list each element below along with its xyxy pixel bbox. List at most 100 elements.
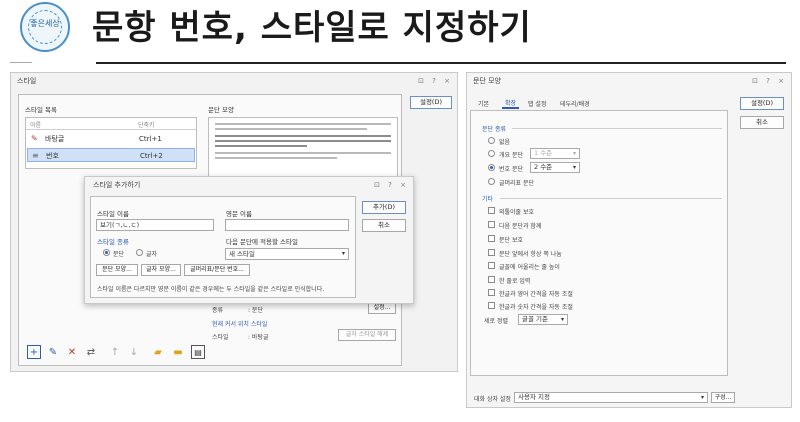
column-name[interactable]: 이름 bbox=[30, 120, 41, 129]
tab-border[interactable]: 테두리/배경 bbox=[560, 99, 590, 108]
chevron-down-icon: ▾ bbox=[700, 394, 704, 401]
edit-style-icon[interactable]: ✎ bbox=[46, 345, 60, 359]
type-bullet-radio[interactable] bbox=[488, 178, 495, 185]
para-cancel-button[interactable]: 취소 bbox=[740, 116, 784, 129]
etc-section-rule bbox=[500, 198, 722, 199]
option-checkbox[interactable] bbox=[488, 276, 495, 283]
type-number-radio[interactable] bbox=[488, 164, 495, 171]
replace-style-icon[interactable]: ⇄ bbox=[84, 345, 98, 359]
logo: 좋은세상 bbox=[20, 2, 70, 52]
style-window-controls[interactable]: ⊡ ? × bbox=[418, 73, 453, 89]
option-label: 외톨이줄 보호 bbox=[499, 209, 535, 216]
table-row[interactable]: ✎ 바탕글 Ctrl+1 bbox=[27, 132, 195, 146]
option-checkbox[interactable] bbox=[488, 249, 495, 256]
vertical-align-select[interactable]: 글꼴 기준 ▾ bbox=[518, 314, 568, 325]
kind-char-radio[interactable] bbox=[136, 249, 143, 256]
paragraph-shape-button[interactable]: 문단 모양... bbox=[96, 264, 138, 276]
option-label: 한글과 숫자 간격을 자동 조절 bbox=[499, 304, 573, 311]
save-icon[interactable]: ▤ bbox=[191, 345, 205, 359]
next-style-select[interactable]: 새 스타일 ▾ bbox=[225, 248, 349, 260]
outline-level-select[interactable]: 1 수준 ▾ bbox=[530, 148, 580, 159]
next-style-value: 새 스타일 bbox=[229, 250, 255, 258]
preview-label: 문단 모양 bbox=[208, 106, 234, 114]
column-shortcut[interactable]: 단축키 bbox=[138, 120, 155, 129]
etc-section-title: 기타 bbox=[482, 196, 494, 203]
option-checkbox[interactable] bbox=[488, 221, 495, 228]
add-style-dialog-controls[interactable]: ⊡ ? × bbox=[374, 177, 409, 193]
type-none-radio[interactable] bbox=[488, 137, 495, 144]
kind-paragraph-radio[interactable] bbox=[103, 249, 110, 256]
para-set-button[interactable]: 설정(D) bbox=[740, 97, 784, 110]
header-rule-left bbox=[10, 62, 32, 63]
option-label: 한 줄로 입력 bbox=[499, 278, 531, 285]
bullets-button[interactable]: 글머리표/문단 번호... bbox=[184, 264, 250, 276]
shape-value: : 문단 bbox=[248, 307, 263, 314]
dialog-setting-value: 사용자 지정 bbox=[518, 393, 550, 401]
type-none-label: 없음 bbox=[499, 139, 511, 146]
preview-line bbox=[215, 123, 391, 125]
vertical-align-label: 세로 정렬 bbox=[484, 318, 508, 325]
option-checkbox[interactable] bbox=[488, 302, 495, 309]
add-style-form bbox=[90, 196, 356, 298]
dialog-setting-select[interactable]: 사용자 지정 ▾ bbox=[514, 392, 708, 403]
type-number-label: 번호 문단 bbox=[499, 166, 523, 173]
current-style-value: : 바탕글 bbox=[248, 334, 269, 341]
english-name-label: 영문 이름 bbox=[226, 210, 252, 218]
type-outline-label: 개요 문단 bbox=[499, 152, 523, 159]
option-checkbox[interactable] bbox=[488, 207, 495, 214]
option-label: 문단 보호 bbox=[499, 237, 523, 244]
option-checkbox[interactable] bbox=[488, 289, 495, 296]
option-checkbox[interactable] bbox=[488, 235, 495, 242]
style-icon: ✎ bbox=[31, 134, 38, 143]
current-style-label: 현재 커서 위치 스타일 bbox=[212, 321, 268, 328]
tab-basic[interactable]: 기본 bbox=[478, 99, 489, 108]
list-header-line bbox=[26, 129, 196, 130]
paragraph-window-controls[interactable]: ⊡ ? × bbox=[752, 73, 787, 89]
preview-line bbox=[215, 145, 307, 147]
chevron-down-icon: ▾ bbox=[341, 250, 345, 257]
delete-style-icon[interactable]: ✕ bbox=[65, 345, 79, 359]
page-title: 문항 번호, 스타일로 지정하기 bbox=[92, 8, 532, 48]
shape-label: 종류 bbox=[212, 307, 224, 314]
option-checkbox[interactable] bbox=[488, 262, 495, 269]
style-list-label: 스타일 목록 bbox=[25, 106, 57, 114]
option-label: 문단 앞에서 항상 쪽 나눔 bbox=[499, 251, 562, 258]
cancel-button[interactable]: 취소 bbox=[362, 219, 406, 232]
add-button[interactable]: 추가(D) bbox=[362, 201, 406, 214]
move-up-icon[interactable]: ↑ bbox=[108, 345, 122, 359]
preview-line bbox=[215, 157, 337, 159]
header-rule bbox=[96, 62, 786, 64]
next-style-label: 다음 문단에 적용할 스타일 bbox=[226, 238, 298, 246]
type-section-rule bbox=[512, 128, 722, 129]
style-icon: ≡ bbox=[32, 151, 39, 160]
type-outline-radio[interactable] bbox=[488, 150, 495, 157]
move-down-icon[interactable]: ↓ bbox=[127, 345, 141, 359]
number-level-value: 2 수준 bbox=[534, 163, 553, 171]
table-row-selected[interactable]: ≡ 번호 Ctrl+2 bbox=[27, 148, 195, 162]
add-style-icon[interactable]: + bbox=[27, 345, 41, 359]
number-level-select[interactable]: 2 수준 ▾ bbox=[530, 162, 580, 173]
style-kind-label: 스타일 종류 bbox=[97, 238, 129, 246]
style-set-button[interactable]: 설정(D) bbox=[410, 96, 452, 109]
style-name-input[interactable]: 보기(ㄱ,ㄴ,ㄷ) bbox=[96, 219, 214, 231]
chevron-down-icon: ▾ bbox=[572, 150, 576, 157]
vertical-align-value: 글꼴 기준 bbox=[522, 315, 548, 323]
compose-button[interactable]: 구성... bbox=[711, 392, 735, 403]
english-name-input[interactable] bbox=[225, 219, 349, 231]
type-section-title: 문단 종류 bbox=[482, 126, 506, 133]
style-shortcut: Ctrl+1 bbox=[139, 135, 162, 143]
style-list[interactable]: 이름 단축키 ✎ 바탕글 Ctrl+1 ≡ 번호 Ctrl+2 bbox=[25, 117, 197, 169]
dialog-setting-label: 대화 상자 설정 bbox=[474, 396, 511, 403]
revoke-char-style-button[interactable]: 글자 스타일 해제 bbox=[338, 329, 396, 341]
kind-char-label: 글자 bbox=[146, 251, 158, 258]
tab-extended[interactable]: 확장 bbox=[502, 98, 520, 109]
import-icon[interactable]: ▰ bbox=[151, 345, 165, 359]
open-folder-icon[interactable]: ▬ bbox=[171, 345, 185, 359]
char-shape-button[interactable]: 글자 모양... bbox=[141, 264, 181, 276]
style-window-title: 스타일 bbox=[17, 77, 37, 85]
preview-line bbox=[215, 140, 391, 142]
option-label: 한글과 영어 간격을 자동 조절 bbox=[499, 291, 573, 298]
style-name: 번호 bbox=[46, 152, 59, 160]
style-name-label: 스타일 이름 bbox=[97, 210, 129, 218]
tab-tabs[interactable]: 탭 설정 bbox=[528, 99, 546, 108]
